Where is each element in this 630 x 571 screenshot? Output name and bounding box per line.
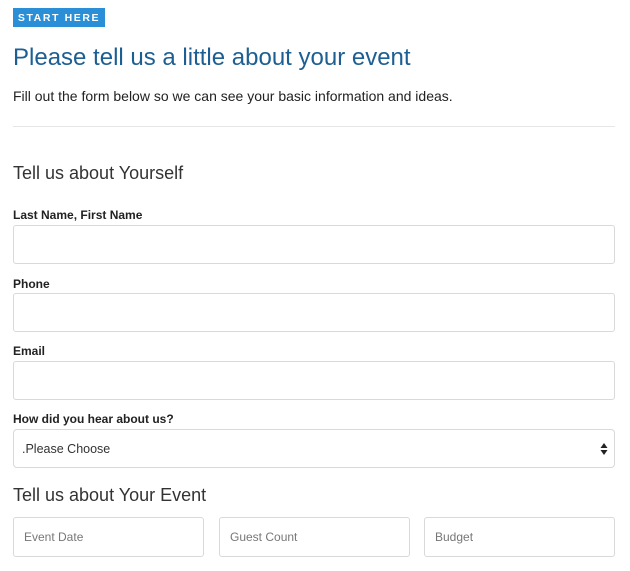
- start-here-badge: START HERE: [13, 8, 105, 27]
- email-input[interactable]: [13, 361, 615, 400]
- referral-select-value: .Please Choose: [22, 441, 111, 456]
- phone-label: Phone: [13, 277, 50, 291]
- name-label: Last Name, First Name: [13, 208, 143, 222]
- referral-label: How did you hear about us?: [13, 412, 174, 426]
- phone-input[interactable]: [13, 293, 615, 332]
- section-heading-event: Tell us about Your Event: [13, 485, 207, 505]
- email-label: Email: [13, 344, 46, 358]
- page-title: Please tell us a little about your event: [13, 44, 411, 71]
- budget-input[interactable]: [424, 517, 615, 557]
- event-date-input[interactable]: [13, 517, 204, 557]
- section-heading-yourself: Tell us about Yourself: [13, 163, 184, 183]
- name-input[interactable]: [13, 225, 615, 264]
- select-arrows-icon: [600, 443, 608, 455]
- divider: [13, 126, 615, 127]
- guest-count-input[interactable]: [219, 517, 410, 557]
- intro-text: Fill out the form below so we can see yo…: [13, 88, 453, 104]
- referral-select[interactable]: .Please Choose: [13, 429, 615, 468]
